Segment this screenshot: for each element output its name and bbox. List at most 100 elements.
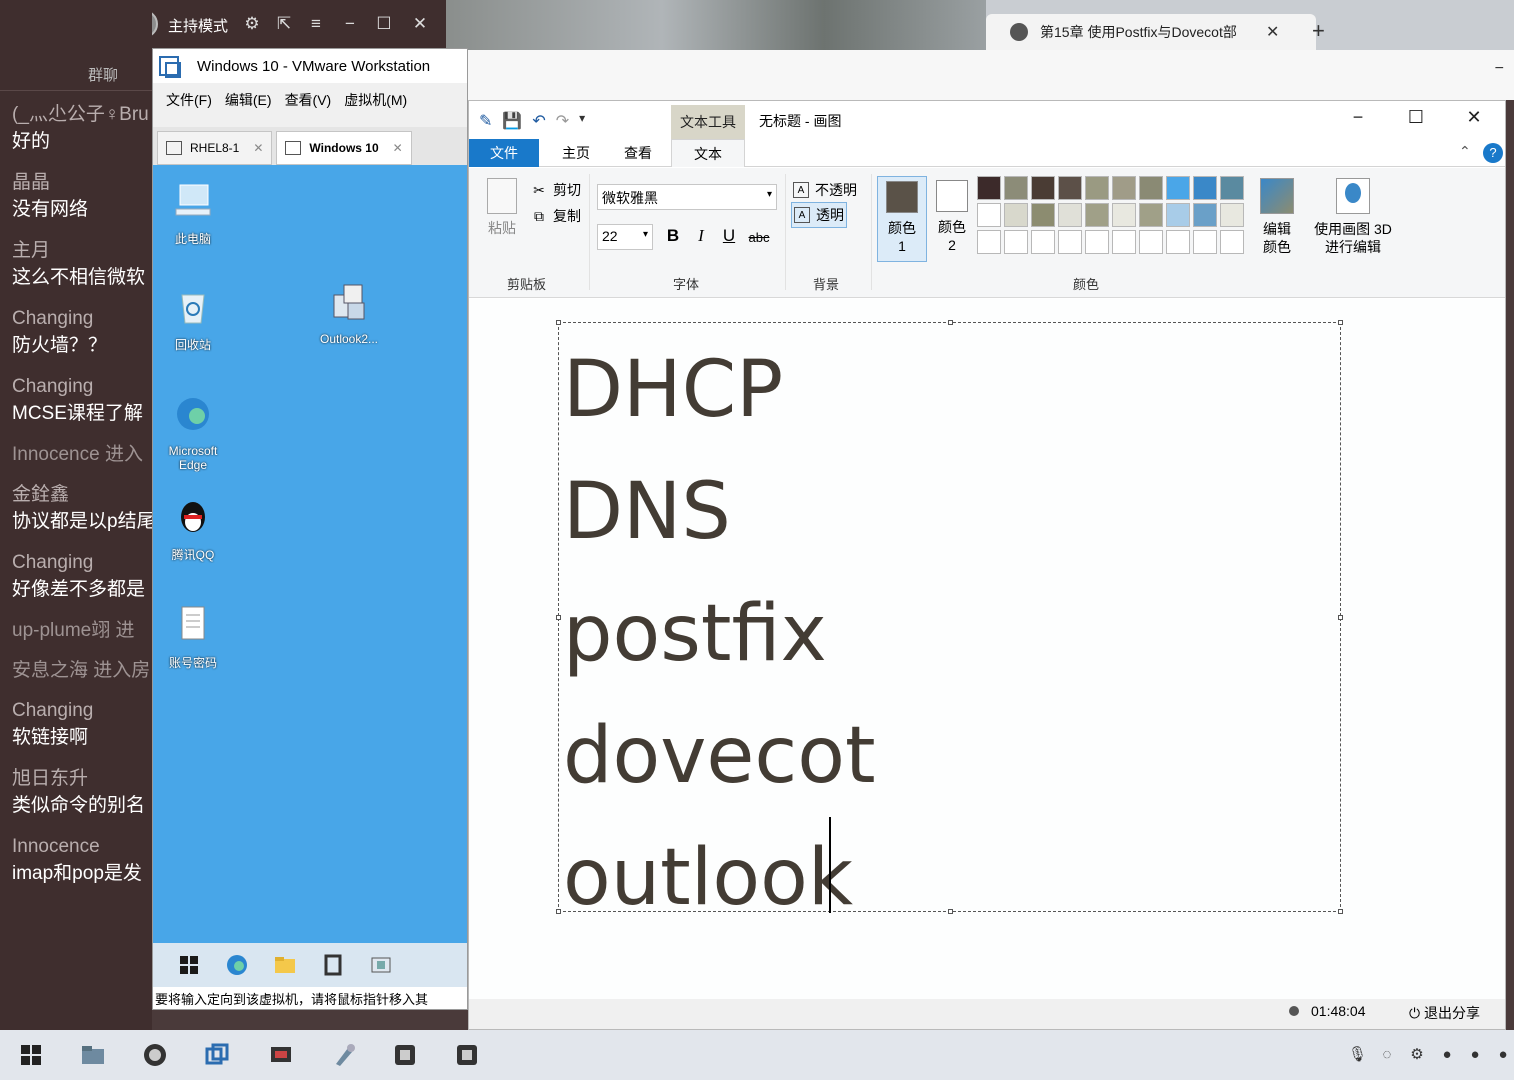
palette-color-swatch[interactable] xyxy=(1193,203,1217,227)
menu-vm[interactable]: 虚拟机(M) xyxy=(344,90,407,110)
desktop-icon-outlook-installer[interactable]: Outlook2... xyxy=(309,281,389,346)
close-icon[interactable]: ✕ xyxy=(410,14,430,34)
desktop-icon-this-pc[interactable]: 此电脑 xyxy=(153,179,233,247)
qq-tray-icon[interactable]: ● xyxy=(1494,1046,1512,1064)
desktop-icon-recycle-bin[interactable]: 回收站 xyxy=(153,285,233,353)
menu-edit[interactable]: 编辑(E) xyxy=(225,90,272,110)
tab-file[interactable]: 文件 xyxy=(469,139,539,167)
tab-text[interactable]: 文本 xyxy=(671,139,745,167)
tray-app-icon[interactable]: ⚙ xyxy=(1408,1046,1426,1064)
tab-view[interactable]: 查看 xyxy=(613,139,663,167)
underline-button[interactable]: U xyxy=(717,226,741,246)
font-family-select[interactable]: 微软雅黑 ▾ xyxy=(597,184,777,210)
palette-color-swatch[interactable] xyxy=(1166,176,1190,200)
file-explorer-icon[interactable] xyxy=(80,1042,106,1068)
palette-color-swatch[interactable] xyxy=(1004,176,1028,200)
palette-color-swatch[interactable] xyxy=(1112,176,1136,200)
tab-close-icon[interactable]: ✕ xyxy=(1266,22,1279,42)
copy-button[interactable]: ⧉ 复制 xyxy=(531,206,581,226)
desktop-icon-password-file[interactable]: 账号密码 xyxy=(153,603,233,671)
palette-color-swatch[interactable] xyxy=(1004,203,1028,227)
new-tab-button[interactable]: + xyxy=(1312,18,1325,44)
windows-start-icon[interactable] xyxy=(177,953,201,977)
palette-color-swatch[interactable] xyxy=(1139,203,1163,227)
resize-handle[interactable] xyxy=(948,320,953,325)
redo-icon[interactable]: ↷ xyxy=(556,111,569,131)
palette-color-swatch[interactable] xyxy=(1085,176,1109,200)
palette-color-swatch[interactable] xyxy=(1139,230,1163,254)
paint-app-icon[interactable]: ✎ xyxy=(479,111,492,131)
menu-file[interactable]: 文件(F) xyxy=(166,90,212,110)
strikethrough-button[interactable]: abc xyxy=(747,230,771,245)
bold-button[interactable]: B xyxy=(661,226,685,246)
edge-icon[interactable] xyxy=(225,953,249,977)
vmware-icon[interactable] xyxy=(204,1042,230,1068)
palette-color-swatch[interactable] xyxy=(1031,203,1055,227)
guest-desktop[interactable]: 此电脑 回收站 Outlook2... Microsoft Edge 腾讯QQ … xyxy=(153,165,467,945)
palette-color-swatch[interactable] xyxy=(1193,176,1217,200)
transparent-button[interactable]: A 透明 xyxy=(791,202,847,228)
edit-colors-button[interactable]: 编辑颜色 xyxy=(1255,178,1299,256)
obs-icon[interactable] xyxy=(142,1042,168,1068)
palette-color-swatch[interactable] xyxy=(1004,230,1028,254)
minimize-icon[interactable]: − xyxy=(340,14,360,34)
opaque-button[interactable]: A 不透明 xyxy=(793,180,857,200)
close-icon[interactable]: ✕ xyxy=(1459,107,1489,128)
tab-close-icon[interactable]: ✕ xyxy=(393,141,403,155)
app-icon-1[interactable] xyxy=(392,1042,418,1068)
palette-color-swatch[interactable] xyxy=(1220,230,1244,254)
office-icon[interactable] xyxy=(321,953,345,977)
palette-color-swatch[interactable] xyxy=(1193,230,1217,254)
microphone-icon[interactable]: 🎙 xyxy=(1348,1046,1367,1064)
tab-home[interactable]: 主页 xyxy=(551,139,601,167)
app-icon-2[interactable] xyxy=(454,1042,480,1068)
color2-button[interactable]: 颜色 2 xyxy=(927,176,977,262)
palette-color-swatch[interactable] xyxy=(1085,203,1109,227)
chat-tab-group[interactable]: 群聊 xyxy=(88,64,118,85)
palette-color-swatch[interactable] xyxy=(1139,176,1163,200)
palette-color-swatch[interactable] xyxy=(977,203,1001,227)
text-box[interactable]: DHCP DNS postfix dovecot outlook xyxy=(556,320,1343,917)
palette-color-swatch[interactable] xyxy=(1112,230,1136,254)
palette-color-swatch[interactable] xyxy=(1220,203,1244,227)
palette-color-swatch[interactable] xyxy=(1220,176,1244,200)
palette-color-swatch[interactable] xyxy=(1058,203,1082,227)
italic-button[interactable]: I xyxy=(689,226,713,246)
palette-color-swatch[interactable] xyxy=(1031,176,1055,200)
resize-handle[interactable] xyxy=(556,320,561,325)
save-icon[interactable]: 💾 xyxy=(502,111,522,131)
palette-color-swatch[interactable] xyxy=(1112,203,1136,227)
desktop-icon-qq[interactable]: 腾讯QQ xyxy=(153,495,233,563)
desktop-icon-edge[interactable]: Microsoft Edge xyxy=(153,393,233,472)
palette-color-swatch[interactable] xyxy=(1058,230,1082,254)
paint-icon[interactable] xyxy=(332,1042,358,1068)
font-size-select[interactable]: 22 ▾ xyxy=(597,224,653,250)
settings-icon[interactable]: ⚙ xyxy=(242,14,262,34)
qq-tray-icon[interactable]: ● xyxy=(1466,1046,1484,1064)
windows-start-icon[interactable] xyxy=(18,1042,44,1068)
cut-button[interactable]: ✂ 剪切 xyxy=(531,180,581,200)
paint3d-button[interactable]: 使用画图 3D 进行编辑 xyxy=(1311,178,1395,256)
palette-color-swatch[interactable] xyxy=(977,230,1001,254)
paint-canvas[interactable]: DHCP DNS postfix dovecot outlook xyxy=(469,299,1505,999)
collapse-ribbon-icon[interactable]: ⌃ xyxy=(1459,143,1471,160)
palette-color-swatch[interactable] xyxy=(1031,230,1055,254)
resize-handle[interactable] xyxy=(948,909,953,914)
browser-menu-icon[interactable]: − xyxy=(1495,60,1504,78)
menu-icon[interactable]: ≡ xyxy=(306,14,326,34)
resize-handle[interactable] xyxy=(1338,320,1343,325)
file-explorer-icon[interactable] xyxy=(273,953,297,977)
chat-message-list[interactable]: (_灬尐公子♀Bru 好的 晶晶 没有网络 主月 这么不相信微软 Changing 防火… xyxy=(12,102,152,902)
qq-tray-icon[interactable]: ● xyxy=(1438,1046,1456,1064)
menu-view[interactable]: 查看(V) xyxy=(285,90,332,110)
color1-button[interactable]: 颜色 1 xyxy=(877,176,927,262)
resize-handle[interactable] xyxy=(556,615,561,620)
screen-share-icon[interactable] xyxy=(268,1042,294,1068)
minimize-icon[interactable]: − xyxy=(1343,107,1373,128)
palette-color-swatch[interactable] xyxy=(1166,230,1190,254)
maximize-icon[interactable]: ☐ xyxy=(1401,107,1431,128)
customize-qat-icon[interactable]: ▾ xyxy=(579,111,585,131)
maximize-icon[interactable]: ☐ xyxy=(374,14,394,34)
tab-close-icon[interactable]: ✕ xyxy=(253,141,263,155)
palette-color-swatch[interactable] xyxy=(1085,230,1109,254)
